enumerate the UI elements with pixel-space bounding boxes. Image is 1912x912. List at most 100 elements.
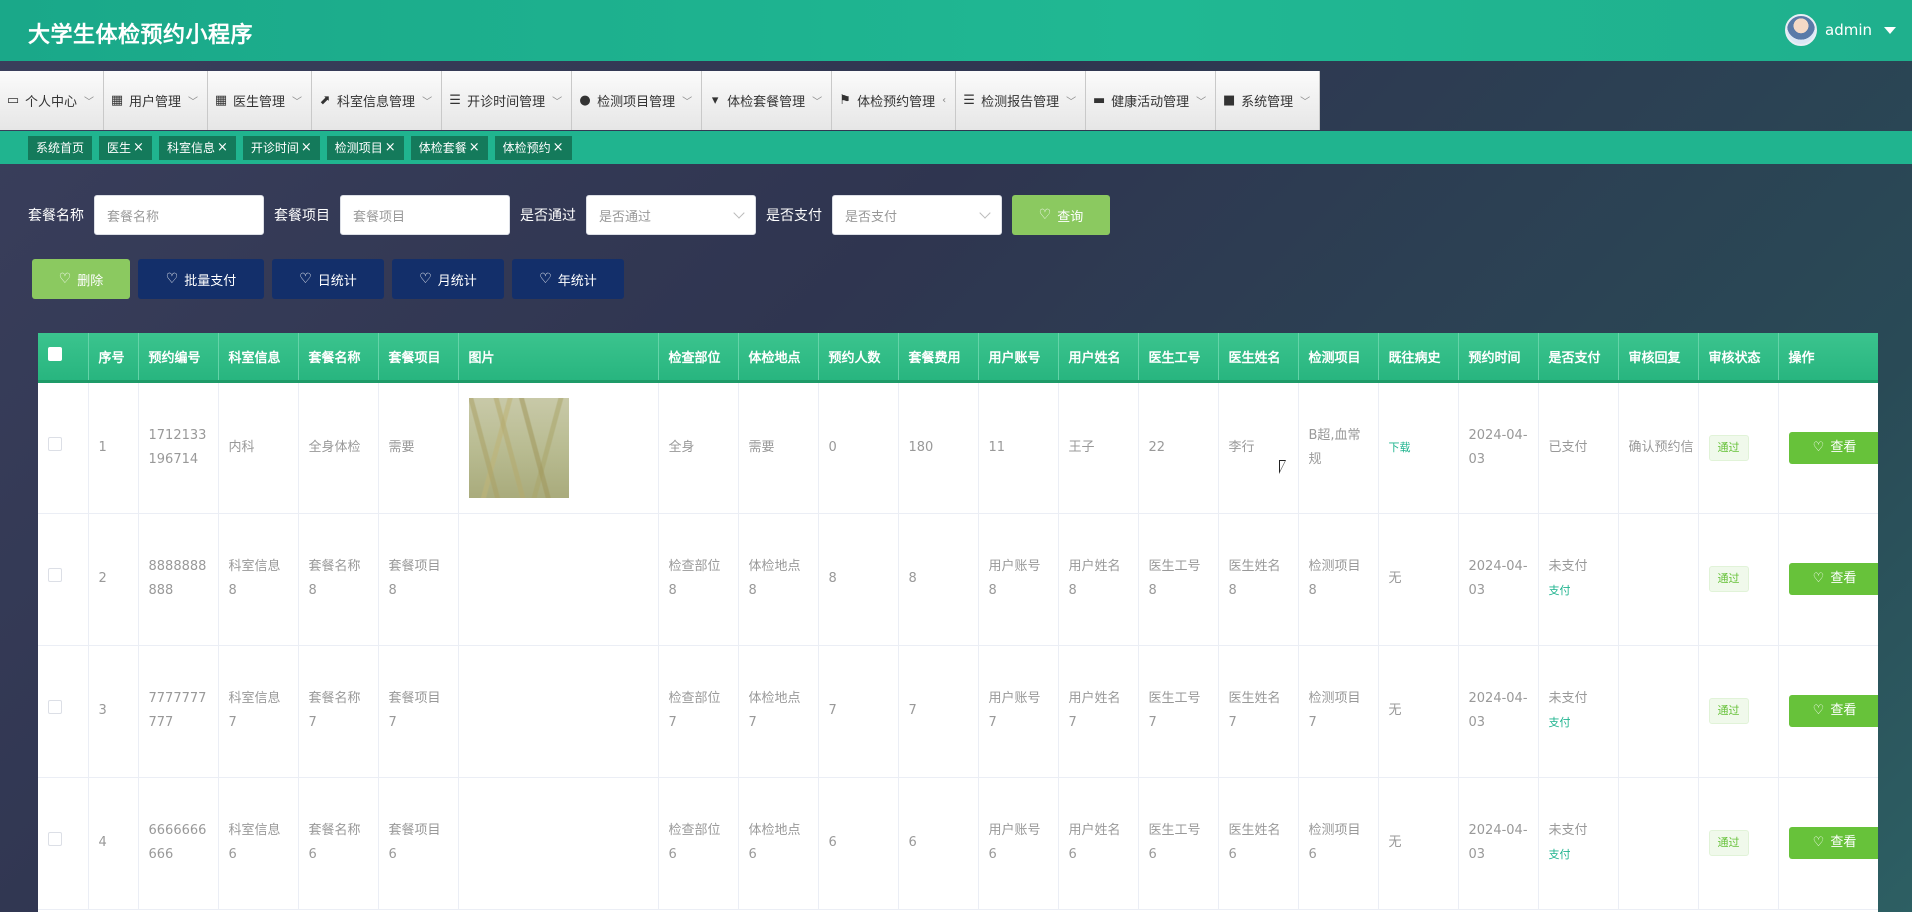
row-checkbox[interactable]: [48, 568, 62, 582]
heart-icon: ♡: [165, 271, 179, 287]
nav-report-management[interactable]: ☰ 检测报告管理 ﹀: [956, 71, 1087, 130]
monthly-stats-label: 月统计: [437, 273, 477, 289]
nav-schedule-management[interactable]: ☰ 开诊时间管理 ﹀: [442, 71, 573, 130]
close-icon[interactable]: ×: [385, 140, 396, 155]
tab-strip: 系统首页 医生 × 科室信息 × 开诊时间 × 检测项目 × 体检套餐 × 体检预约 ×: [0, 131, 1912, 164]
row-checkbox[interactable]: [48, 436, 62, 451]
chat-icon: ▬: [1092, 93, 1106, 108]
tab-label: 科室信息: [166, 141, 215, 155]
delete-button[interactable]: ♡ 删除: [32, 259, 130, 299]
monthly-stats-button[interactable]: ♡ 月统计: [392, 259, 504, 299]
tab-schedule[interactable]: 开诊时间 ×: [242, 135, 320, 160]
nav-department-management[interactable]: ⬈ 科室信息管理 ﹀: [312, 71, 443, 130]
batch-pay-button[interactable]: ♡ 批量支付: [138, 259, 264, 299]
status-badge: 通过: [1708, 566, 1749, 592]
daily-stats-button[interactable]: ♡ 日统计: [272, 259, 384, 299]
nav-label: 检测项目管理: [597, 95, 676, 110]
nav-personal-center[interactable]: ▭ 个人中心 ﹀: [0, 71, 105, 130]
cell-user-account: 用户账号8: [978, 513, 1059, 646]
cell-doctor-no: 医生工号6: [1138, 777, 1219, 910]
cell-actions: ♡ 查看: [1778, 381, 1878, 514]
tab-test-items[interactable]: 检测项目 ×: [326, 135, 404, 160]
user-name[interactable]: admin: [1825, 21, 1872, 39]
grid-icon: ▦: [214, 93, 228, 108]
briefcase-icon: ■: [1223, 93, 1236, 108]
cell-body-part: 检查部位7: [658, 645, 739, 778]
cell-image: [458, 777, 659, 910]
row-checkbox[interactable]: [48, 832, 62, 846]
nav-doctor-management[interactable]: ▦ 医生管理 ﹀: [208, 71, 313, 130]
paid-select[interactable]: 是否支付: [832, 195, 1002, 235]
table-row: 3 7777777777 科室信息7 套餐名称7 套餐项目7 检查部位7 体检地…: [38, 645, 1878, 778]
close-icon[interactable]: ×: [469, 140, 480, 155]
user-menu[interactable]: admin: [1785, 14, 1896, 46]
wheat-image[interactable]: [468, 397, 569, 498]
query-button[interactable]: ♡ 查询: [1012, 195, 1110, 235]
paid-select-placeholder: 是否支付: [845, 209, 898, 225]
cell-department: 科室信息7: [218, 645, 299, 778]
cell-package-name: 套餐名称7: [298, 645, 379, 778]
download-link[interactable]: 下载: [1389, 441, 1411, 454]
close-icon[interactable]: ×: [301, 140, 312, 155]
close-icon[interactable]: ×: [217, 140, 228, 155]
view-button[interactable]: ♡ 查看: [1788, 563, 1878, 595]
row-select[interactable]: [38, 513, 89, 646]
tab-doctor[interactable]: 医生 ×: [99, 135, 152, 160]
row-checkbox[interactable]: [48, 700, 62, 714]
chevron-down-icon: ﹀: [292, 97, 303, 108]
nav-label: 开诊时间管理: [467, 95, 546, 110]
nav-user-management[interactable]: ▦ 用户管理 ﹀: [104, 71, 209, 130]
tab-department[interactable]: 科室信息 ×: [158, 135, 236, 160]
view-button[interactable]: ♡ 查看: [1788, 695, 1878, 727]
search-bar: 套餐名称 套餐名称 套餐项目 套餐项目 是否通过 是否通过 是否支付 是否支付 …: [28, 195, 1110, 235]
chevron-left-icon: ‹: [942, 95, 947, 106]
nav-appointment-management[interactable]: ⚑ 体检预约管理 ‹: [832, 71, 957, 130]
heart-icon: ♡: [299, 271, 312, 287]
cell-body-part: 全身: [658, 381, 739, 514]
cell-image: [458, 381, 659, 514]
row-select[interactable]: [38, 645, 89, 778]
view-label: 查看: [1830, 571, 1857, 586]
cell-user-account: 11: [978, 381, 1059, 514]
cell-doctor-no: 医生工号7: [1138, 645, 1219, 778]
list-icon: ☰: [449, 93, 461, 108]
view-button[interactable]: ♡ 查看: [1788, 827, 1878, 859]
view-label: 查看: [1830, 835, 1857, 850]
pay-link[interactable]: 支付: [1549, 579, 1608, 603]
avatar[interactable]: [1785, 14, 1817, 46]
nav-package-management[interactable]: ▾ 体检套餐管理 ﹀: [702, 71, 833, 130]
tab-home[interactable]: 系统首页: [28, 135, 93, 160]
tab-label: 医生: [107, 141, 132, 155]
row-select[interactable]: [38, 777, 89, 910]
cell-location: 体检地点7: [738, 645, 819, 778]
cell-department: 内科: [218, 381, 299, 514]
tab-packages[interactable]: 体检套餐 ×: [410, 135, 488, 160]
column-header: 审核状态: [1698, 333, 1779, 383]
select-all-header[interactable]: [38, 333, 89, 383]
tab-appointments[interactable]: 体检预约 ×: [494, 135, 572, 160]
cell-appointment-no: 6666666666: [138, 777, 219, 910]
column-header: 预约人数: [818, 333, 899, 383]
nav-activity-management[interactable]: ▬ 健康活动管理 ﹀: [1086, 71, 1217, 130]
tab-label: 检测项目: [334, 141, 383, 155]
pay-link[interactable]: 支付: [1549, 711, 1608, 735]
view-button[interactable]: ♡ 查看: [1788, 431, 1878, 464]
column-header: 审核回复: [1618, 333, 1699, 383]
yearly-stats-button[interactable]: ♡ 年统计: [512, 259, 624, 299]
nav-system-management[interactable]: ■ 系统管理 ﹀: [1216, 71, 1321, 130]
approved-select[interactable]: 是否通过: [586, 195, 756, 235]
nav-test-item-management[interactable]: ● 检测项目管理 ﹀: [572, 71, 703, 130]
row-select[interactable]: [38, 381, 89, 514]
package-name-input[interactable]: 套餐名称: [94, 195, 264, 235]
cell-doctor-name: 医生姓名8: [1218, 513, 1299, 646]
caret-down-icon[interactable]: [1884, 26, 1896, 34]
paid-label: 是否支付: [766, 208, 822, 224]
select-all-checkbox[interactable]: [48, 347, 62, 362]
pay-link[interactable]: 支付: [1549, 843, 1608, 867]
heart-icon: ♡: [1812, 439, 1825, 455]
close-icon[interactable]: ×: [553, 140, 564, 155]
chevron-down-icon: ﹀: [422, 97, 433, 108]
close-icon[interactable]: ×: [133, 140, 144, 155]
chart-icon: ⬈: [319, 93, 331, 108]
package-item-input[interactable]: 套餐项目: [340, 195, 510, 235]
